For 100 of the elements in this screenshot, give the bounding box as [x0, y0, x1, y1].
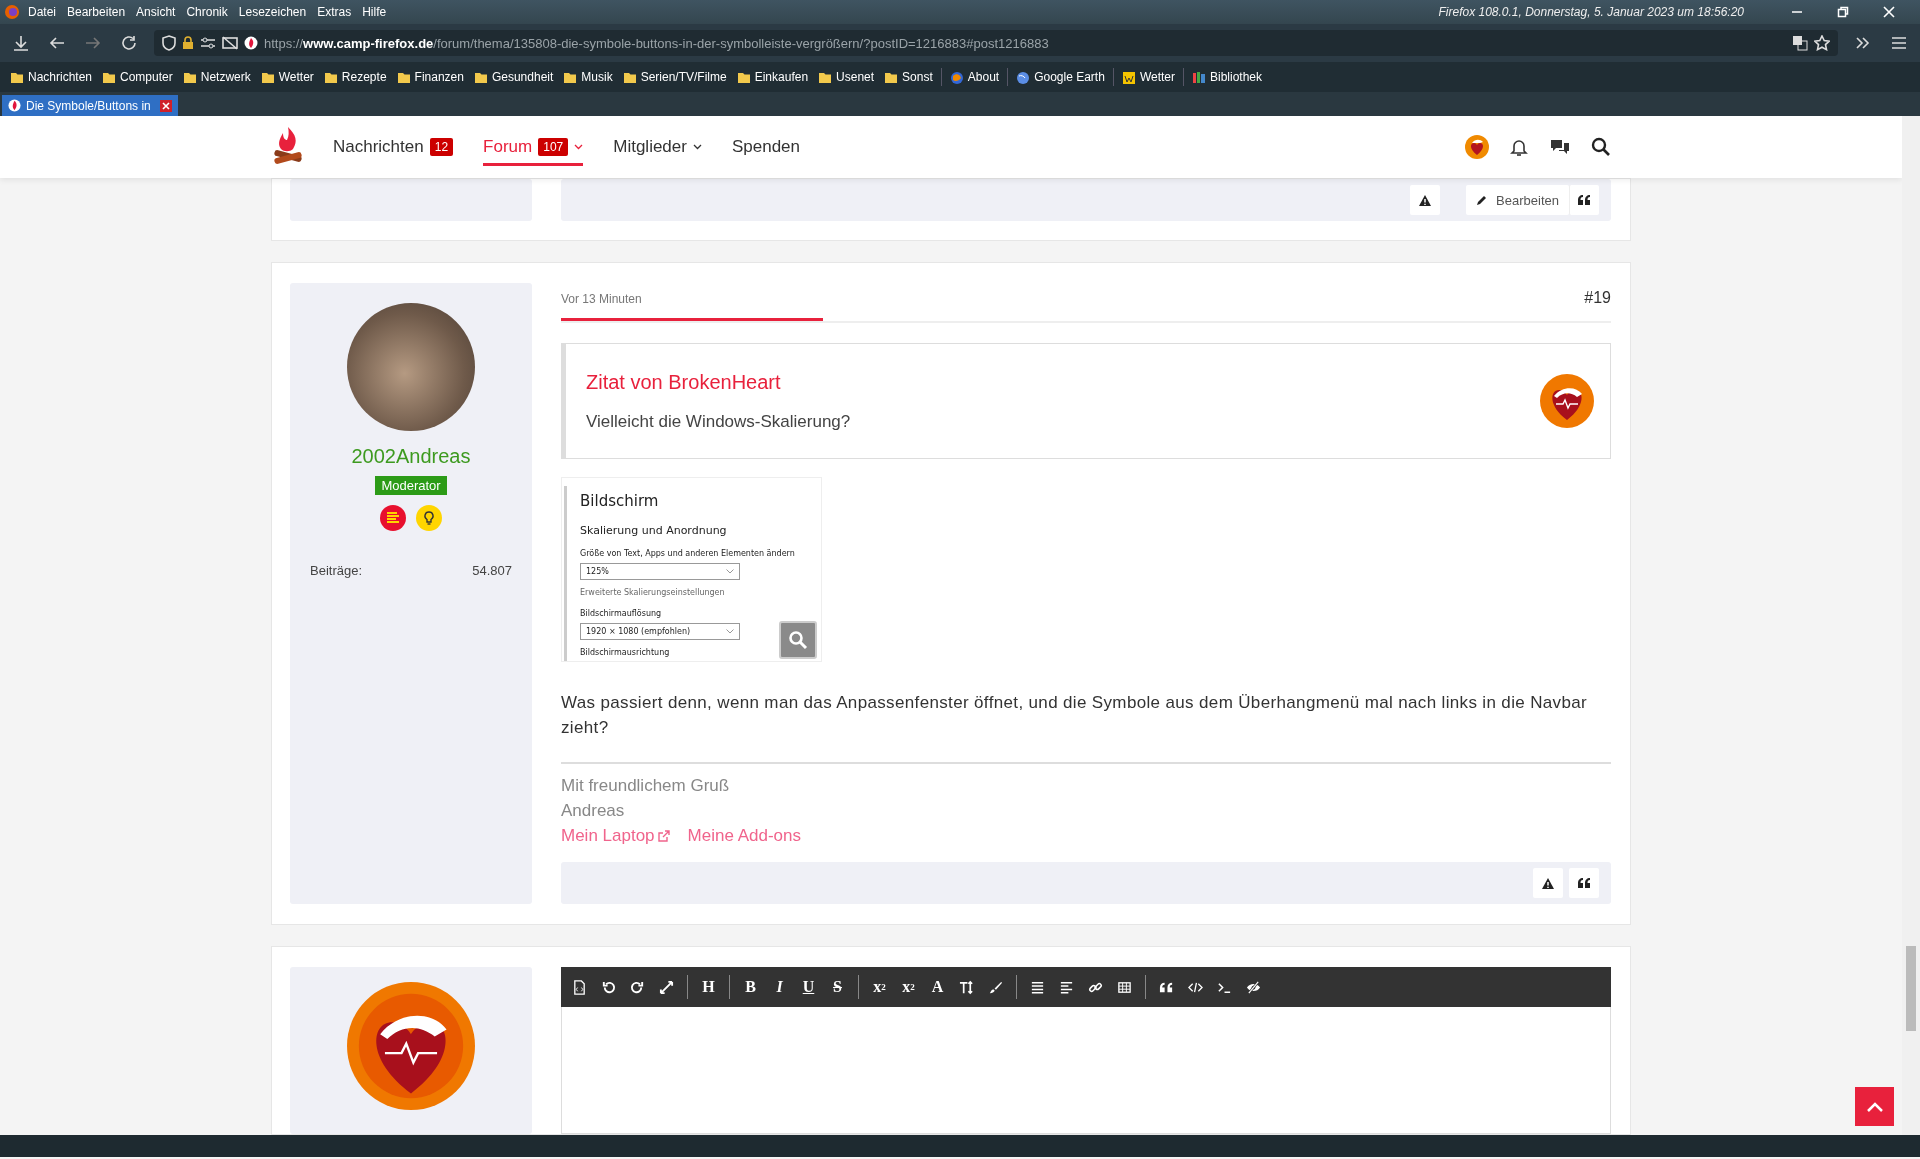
bookmark-item[interactable]: Netzwerk [178, 67, 255, 87]
nav-link[interactable]: Spenden [731, 116, 800, 178]
bookmark-item[interactable]: Wetter [1117, 67, 1179, 87]
bookmark-item[interactable]: Einkaufen [732, 67, 813, 87]
settings-link: Erweiterte Skalierungseinstellungen [580, 588, 726, 597]
paintbrush-icon [988, 979, 1003, 995]
browser-tab[interactable]: Die Symbole/Buttons in [2, 95, 178, 116]
nav-link[interactable]: Nachrichten 12 [333, 116, 454, 178]
bookmark-item[interactable]: Computer [98, 67, 177, 87]
tab-close-button[interactable] [159, 99, 172, 112]
toolbar-button[interactable]: U [794, 971, 823, 1003]
heart-avatar-icon[interactable] [347, 982, 475, 1110]
settings-subheading: Skalierung und Anordnung [580, 524, 728, 537]
permissions-icon [200, 36, 216, 50]
nav-link[interactable]: Mitglieder [613, 116, 702, 178]
settings-dropdown: 125% [580, 563, 740, 580]
menu-item[interactable]: Lesezeichen [238, 5, 307, 19]
signature-text: Andreas [561, 801, 626, 821]
menu-item[interactable]: Hilfe [362, 5, 387, 19]
post-time: Vor 13 Minuten [561, 292, 642, 306]
stat-value: 54.807 [472, 563, 512, 578]
toolbar-button[interactable]: A [923, 971, 952, 1003]
site-favicon-icon [244, 36, 258, 50]
align-left-icon [1059, 979, 1074, 995]
toolbar-button[interactable]: H [694, 971, 723, 1003]
settings-label: Bildschirmauflösung [580, 609, 663, 618]
url-text[interactable]: https://www.camp-firefox.de/forum/thema/135808-die-symbole-buttons-in-der-symbolleiste-vergrößern/?postID=1216883#post1216883 [264, 35, 1049, 51]
chevron-icon [726, 629, 734, 634]
search-icon[interactable] [1591, 137, 1611, 157]
shield-icon [162, 35, 176, 51]
bookmark-item[interactable]: Nachrichten [6, 67, 97, 87]
site-icon [1192, 69, 1206, 85]
menu-item[interactable]: Bearbeiten [67, 5, 126, 19]
table-icon [1117, 979, 1132, 995]
bookmark-item[interactable]: Gesundheit [469, 67, 558, 87]
bookmark-item[interactable]: Musik [559, 67, 617, 87]
eye-slash-icon [1246, 979, 1261, 995]
settings-heading: Bildschirm [580, 492, 660, 510]
bookmark-item[interactable]: Sonst [880, 67, 937, 87]
quote-author-link[interactable]: Zitat von BrokenHeart [586, 370, 1540, 394]
search-icon [788, 630, 808, 650]
chevron-up-icon [1865, 1100, 1884, 1113]
heart-avatar-icon[interactable] [1540, 374, 1594, 428]
text-height-icon [959, 979, 974, 995]
site-icon [1016, 69, 1031, 85]
redo-icon [630, 979, 645, 995]
bookmark-item[interactable]: Serien/TV/Filme [618, 67, 731, 87]
pencil-icon [1476, 194, 1489, 206]
window-title: Firefox 108.0.1, Donnerstag, 5. Januar 2023 um 18:56:20 [1438, 5, 1744, 19]
bookmark-item[interactable]: Bibliothek [1188, 67, 1267, 87]
scrollbar-thumb[interactable] [1906, 946, 1916, 1031]
quote-button[interactable] [1569, 185, 1599, 215]
report-button[interactable] [1533, 868, 1563, 898]
menu-item[interactable]: Extras [317, 5, 352, 19]
bookmark-item[interactable]: About [945, 67, 1004, 87]
blocked-media-icon [222, 36, 238, 50]
quote-icon [1578, 195, 1591, 205]
user-avatar-icon[interactable] [1465, 135, 1489, 159]
menu-item[interactable]: Ansicht [136, 5, 176, 19]
bookmark-item[interactable]: Usenet [814, 67, 879, 87]
bookmark-item[interactable]: Google Earth [1012, 67, 1109, 87]
tab-title: Die Symbole/Buttons in [26, 98, 151, 113]
settings-dropdown: 1920 × 1080 (empfohlen) [580, 623, 740, 640]
lightbulb-icon[interactable] [416, 505, 442, 531]
star-icon[interactable] [1814, 35, 1830, 51]
list-icon [1030, 979, 1045, 995]
quote-icon [1577, 878, 1591, 888]
bookmark-item[interactable]: Rezepte [319, 67, 391, 87]
scrollbar[interactable] [1902, 116, 1920, 1135]
scroll-to-top-button[interactable] [1855, 1087, 1894, 1126]
signature-text: Mit freundlichem Gruß [561, 776, 731, 796]
quote-text: Vielleicht die Windows-Skalierung? [586, 411, 852, 432]
role-badge: Moderator [375, 476, 447, 495]
toolbar-button[interactable]: I [765, 971, 794, 1003]
menu-item[interactable]: Datei [28, 5, 56, 19]
chevron-icon [726, 569, 734, 574]
lock-icon [182, 36, 194, 50]
edit-button[interactable]: Bearbeiten [1466, 185, 1569, 215]
bookmark-item[interactable]: Wetter [256, 67, 318, 87]
text-lines-icon[interactable] [380, 505, 406, 531]
site-icon [949, 69, 964, 85]
post-number-link[interactable]: #19 [1584, 289, 1611, 307]
settings-label: Bildschirmausrichtung [580, 648, 671, 657]
site-icon [1121, 69, 1136, 85]
notifications-icon[interactable] [1509, 137, 1529, 157]
firefox-logo-icon[interactable] [4, 4, 20, 20]
expand-icon [659, 979, 674, 995]
toolbar-button[interactable]: B [736, 971, 765, 1003]
address-bar[interactable]: https://www.camp-firefox.de/forum/thema/135808-die-symbole-buttons-in-der-symbolleiste-vergrößern/?postID=1216883#post1216883 [154, 30, 1838, 56]
toolbar-button[interactable]: S [823, 971, 852, 1003]
settings-screenshot[interactable]: Bildschirm Skalierung und Anordnung Größe von Text, Apps und anderen Elementen ändern 125% Erweiterte Skalierungseinstellungen Bildschirmauflösung 1920 × 1080 (empfohlen) Bildschirmausrichtung [561, 477, 822, 662]
menu-item[interactable]: Chronik [186, 5, 228, 19]
stat-label: Beiträge: [310, 563, 363, 578]
zoom-button[interactable] [779, 621, 817, 659]
report-button[interactable] [1410, 185, 1441, 215]
count-badge: 107 [538, 138, 569, 156]
external-link-icon [657, 830, 670, 842]
quote-button[interactable] [1569, 868, 1599, 898]
translate-icon[interactable] [1792, 35, 1808, 51]
bookmark-item[interactable]: Finanzen [392, 67, 468, 87]
